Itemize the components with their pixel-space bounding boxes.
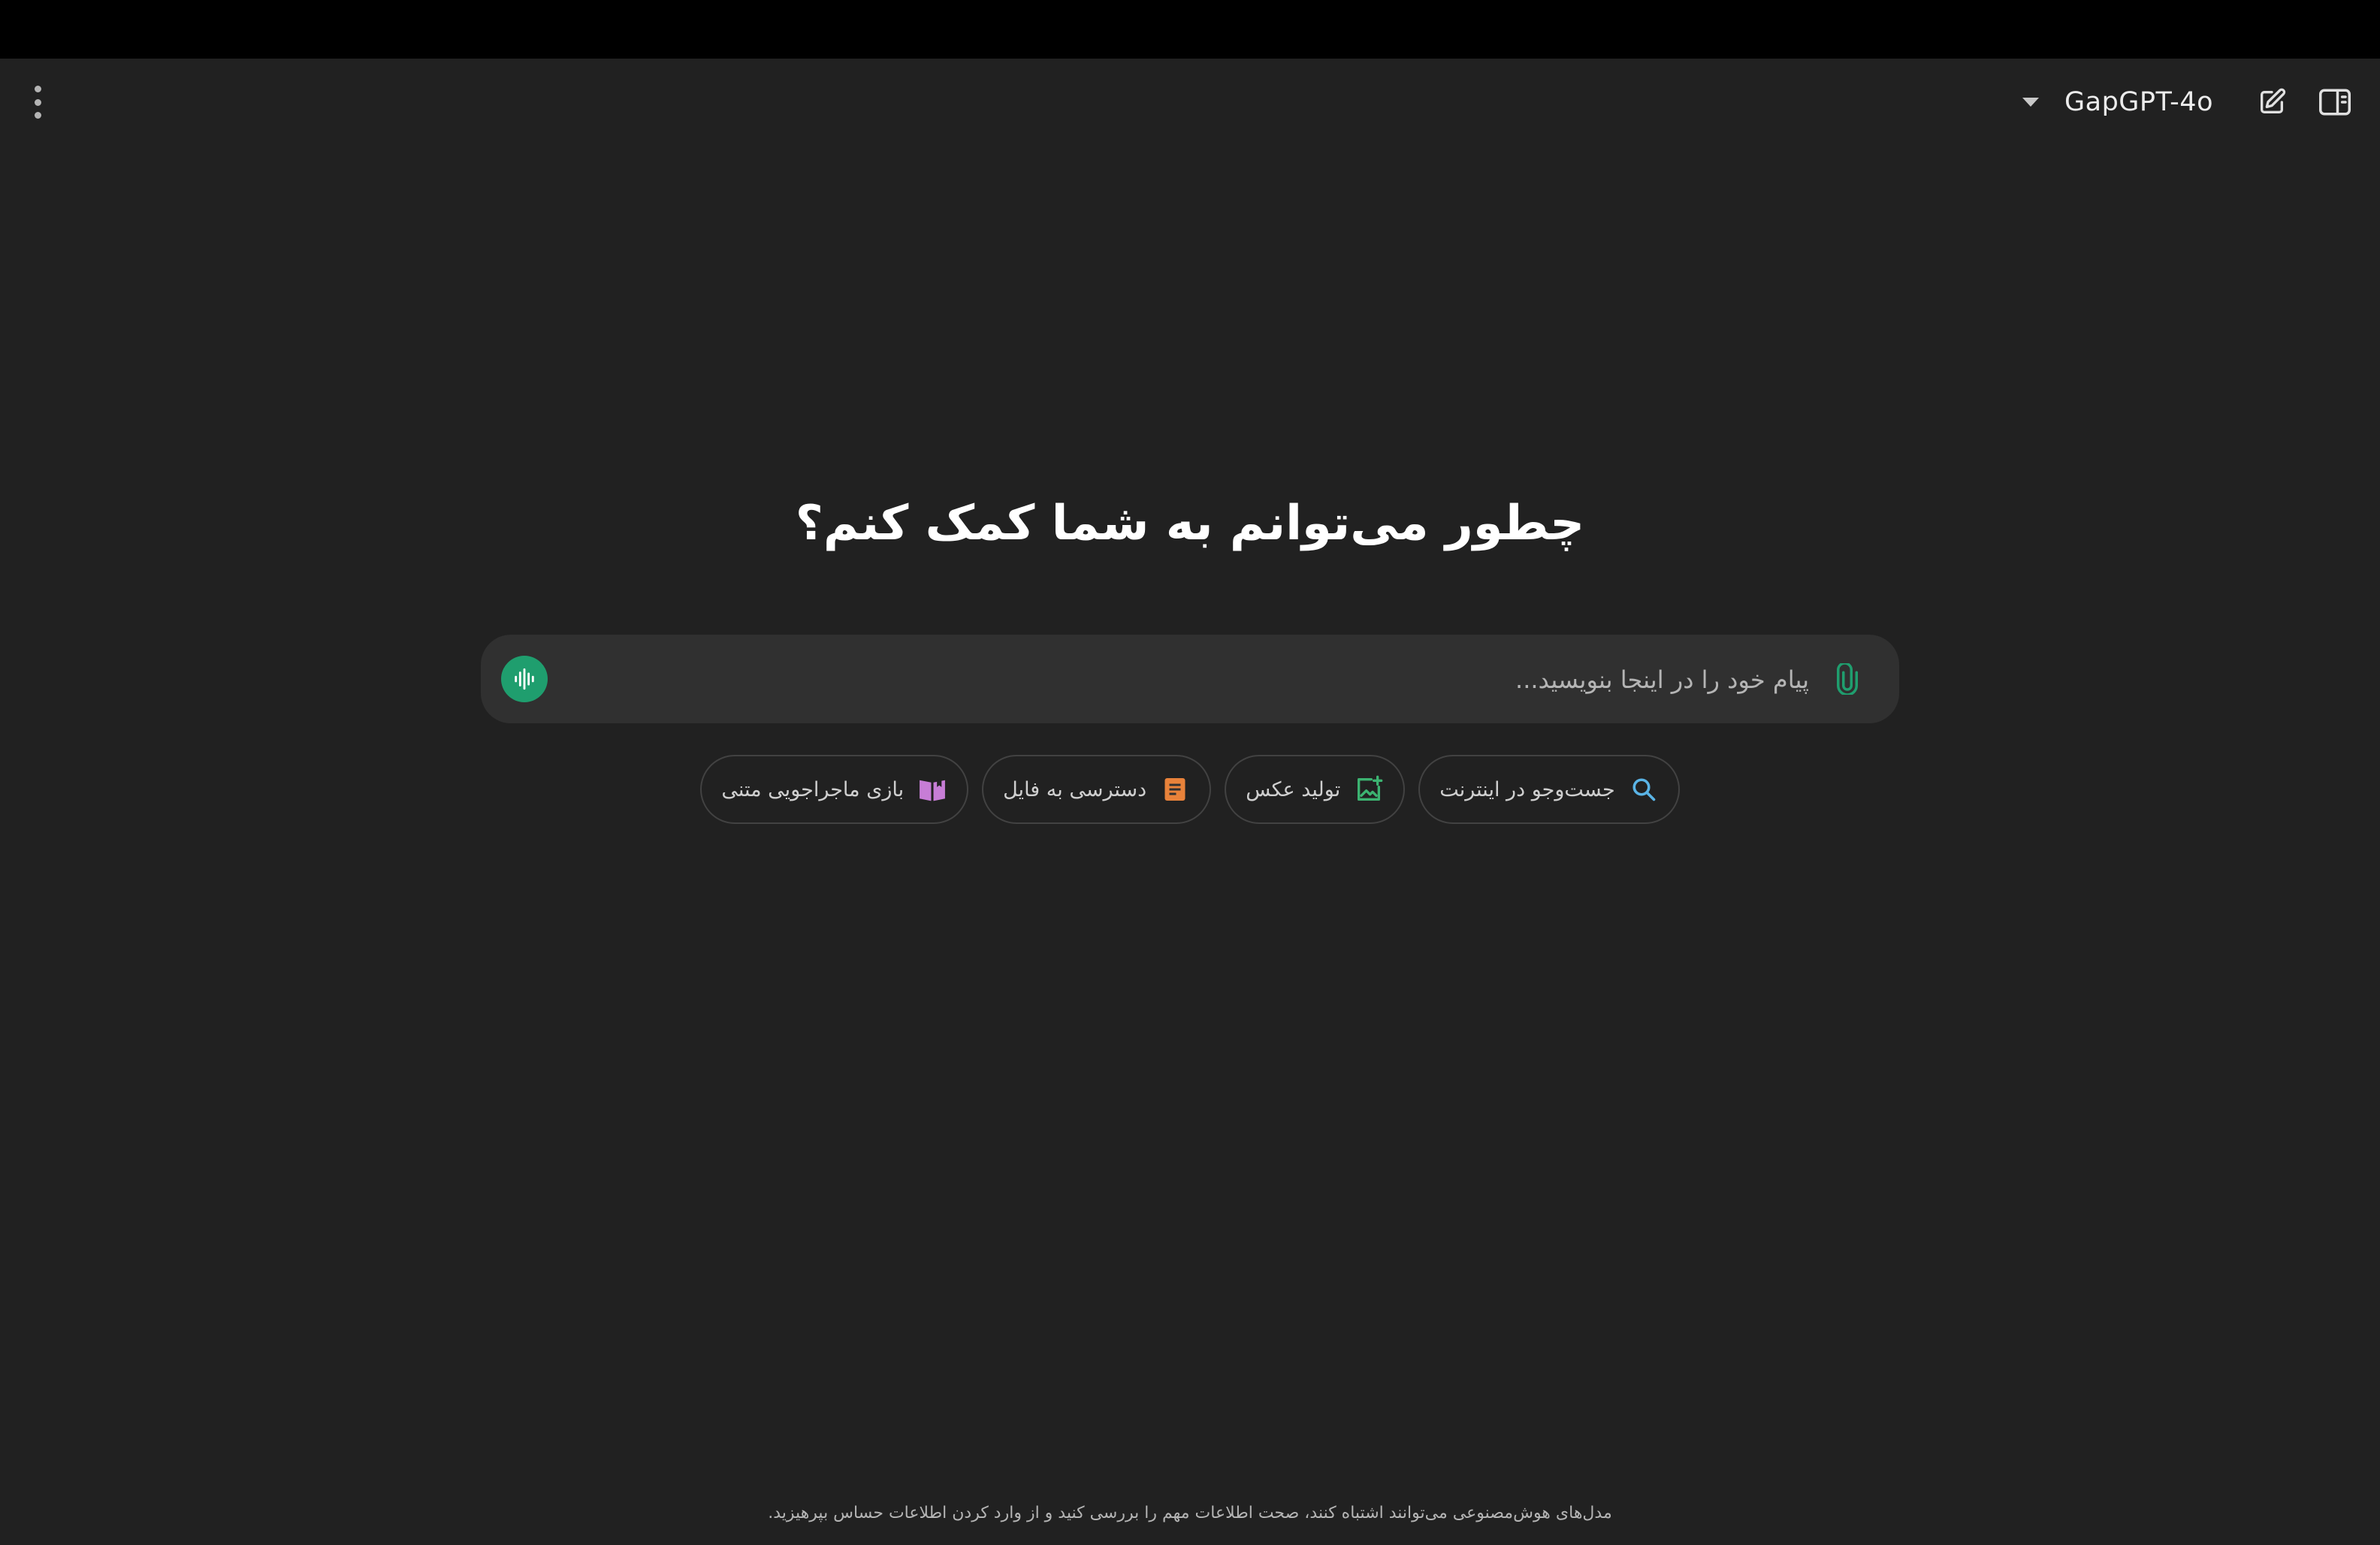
chip-label: تولید عکس bbox=[1246, 777, 1341, 801]
chip-image-generation[interactable]: تولید عکس bbox=[1225, 755, 1406, 824]
chevron-down-icon bbox=[2022, 98, 2039, 107]
kebab-dot bbox=[34, 98, 41, 106]
chip-label: جست‌وجو در اینترنت bbox=[1439, 777, 1615, 801]
system-top-bar bbox=[0, 0, 2380, 59]
new-chat-button[interactable] bbox=[2252, 83, 2291, 122]
model-name: GapGPT-4o bbox=[2064, 87, 2213, 117]
chip-text-adventure[interactable]: بازی ماجراجویی متنی bbox=[700, 755, 969, 824]
image-add-icon bbox=[1354, 774, 1384, 804]
disclaimer-text: مدل‌های هوش‌مصنوعی می‌توانند اشتباه کنند… bbox=[768, 1504, 1612, 1522]
search-icon bbox=[1629, 774, 1659, 804]
kebab-dot bbox=[34, 112, 41, 119]
waveform-icon bbox=[515, 668, 534, 690]
voice-mode-button[interactable] bbox=[501, 656, 548, 702]
attach-file-button[interactable] bbox=[1830, 662, 1865, 696]
kebab-dot bbox=[34, 86, 41, 92]
document-icon bbox=[1160, 774, 1190, 804]
sidebar-toggle-icon bbox=[2319, 89, 2351, 116]
message-composer bbox=[481, 635, 1899, 723]
app-header: GapGPT-4o bbox=[0, 59, 2380, 146]
book-icon bbox=[917, 774, 947, 804]
suggestion-chips: جست‌وجو در اینترنت تولید عکس دسترسی به ف… bbox=[0, 755, 2380, 824]
more-options-button[interactable] bbox=[23, 86, 53, 119]
page-title: چطور می‌توانم به شما کمک کنم؟ bbox=[795, 496, 1585, 551]
chip-label: دسترسی به فایل bbox=[1003, 777, 1147, 801]
model-selector[interactable]: GapGPT-4o bbox=[2022, 81, 2213, 123]
chip-web-search[interactable]: جست‌وجو در اینترنت bbox=[1418, 755, 1680, 824]
message-input[interactable] bbox=[571, 654, 1811, 705]
chip-file-access[interactable]: دسترسی به فایل bbox=[982, 755, 1212, 824]
chip-label: بازی ماجراجویی متنی bbox=[721, 777, 905, 801]
edit-icon bbox=[2261, 88, 2286, 113]
sidebar-toggle-button[interactable] bbox=[2315, 83, 2354, 122]
paperclip-icon bbox=[1837, 663, 1858, 695]
